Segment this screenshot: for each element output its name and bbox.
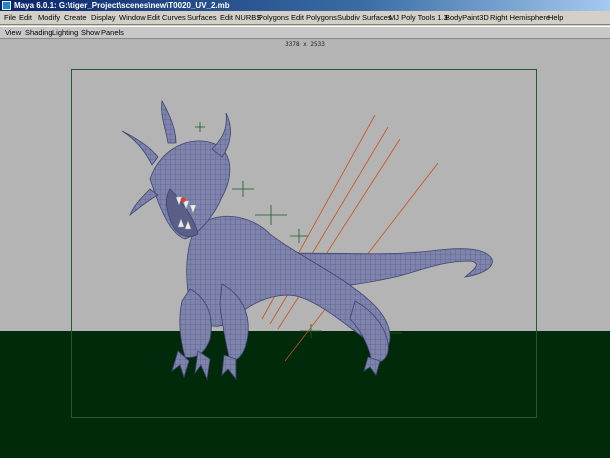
panel-menu-lighting[interactable]: Lighting: [52, 27, 78, 39]
menu-edit[interactable]: Edit: [19, 11, 32, 24]
panel-menu-bar: View Shading Lighting Show Panels: [0, 26, 610, 39]
menu-polygons[interactable]: Polygons: [258, 11, 289, 24]
menu-right-hemisphere[interactable]: Right Hemisphere: [490, 11, 550, 24]
panel-menu-view[interactable]: View: [5, 27, 21, 39]
scene-canvas[interactable]: [0, 39, 610, 458]
menu-mj-poly-tools[interactable]: MJ Poly Tools 1.3: [389, 11, 448, 24]
creature-mesh[interactable]: [121, 99, 493, 381]
panel-menu-panels[interactable]: Panels: [101, 27, 124, 39]
title-bar: Maya 6.0.1: G:\tiger_Project\scenes\new\…: [0, 0, 610, 11]
menu-display[interactable]: Display: [91, 11, 116, 24]
main-menu-bar: File Edit Modify Create Display Window E…: [0, 11, 610, 25]
maya-app-icon[interactable]: [2, 1, 11, 10]
menu-edit-curves[interactable]: Edit Curves: [147, 11, 186, 24]
menu-help[interactable]: Help: [548, 11, 563, 24]
menu-subdiv-surfaces[interactable]: Subdiv Surfaces: [337, 11, 392, 24]
menu-window[interactable]: Window: [119, 11, 146, 24]
menu-edit-polygons[interactable]: Edit Polygons: [291, 11, 337, 24]
menu-bodypaint3d[interactable]: BodyPaint3D: [445, 11, 489, 24]
selected-pivot-marker[interactable]: [180, 197, 186, 203]
menu-modify[interactable]: Modify: [38, 11, 60, 24]
menu-file[interactable]: File: [4, 11, 16, 24]
menu-edit-nurbs[interactable]: Edit NURBS: [220, 11, 261, 24]
panel-menu-shading[interactable]: Shading: [25, 27, 53, 39]
window-title: Maya 6.0.1: G:\tiger_Project\scenes\new\…: [14, 1, 230, 10]
perspective-viewport[interactable]: 3378 x 2533: [0, 39, 610, 458]
menu-create[interactable]: Create: [64, 11, 87, 24]
panel-menu-show[interactable]: Show: [81, 27, 100, 39]
menu-surfaces[interactable]: Surfaces: [187, 11, 217, 24]
